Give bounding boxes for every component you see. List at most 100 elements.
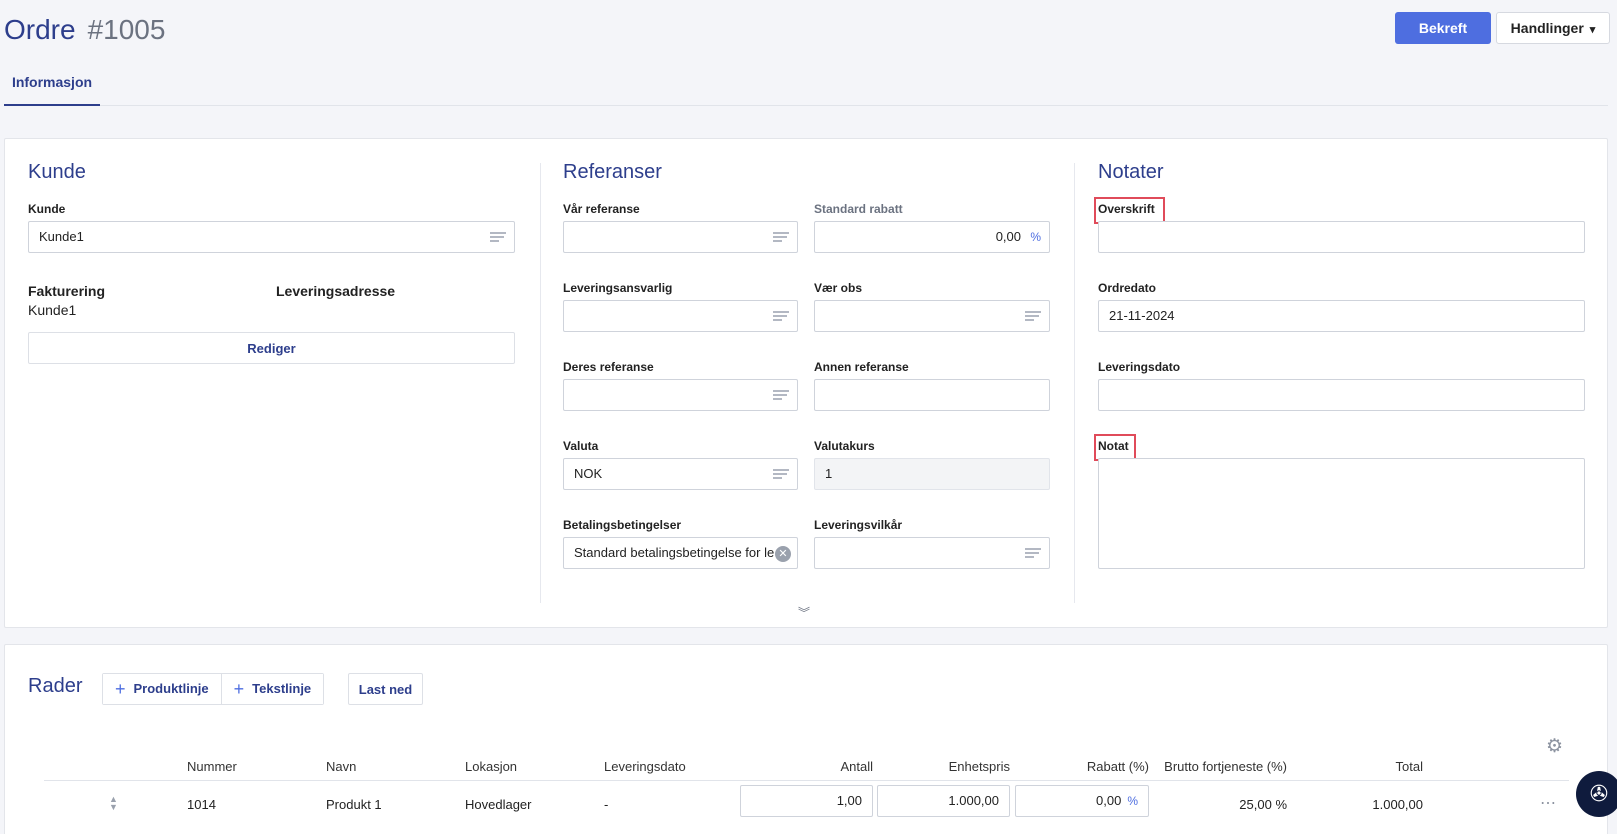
delivery-responsible-select[interactable]: [563, 300, 798, 332]
row-discount: 0,00: [1096, 793, 1122, 808]
row-unit-price-input[interactable]: 1.000,00: [877, 785, 1010, 817]
tab-bar: Informasjon: [4, 68, 1608, 106]
currency-value: NOK: [574, 466, 603, 481]
delivery-terms-label: Leveringsvilkår: [814, 518, 903, 532]
column-divider: [1074, 163, 1075, 603]
customer-label: Kunde: [28, 202, 66, 216]
their-reference-select[interactable]: [563, 379, 798, 411]
plus-icon: +: [115, 678, 126, 699]
order-date-label: Ordredato: [1098, 281, 1157, 295]
info-card: Kunde Kunde Kunde1 Fakturering Kunde1 Le…: [4, 138, 1608, 628]
delivery-terms-select[interactable]: [814, 537, 1050, 569]
more-icon[interactable]: ⋯: [1540, 793, 1556, 813]
row-delivery-date: -: [604, 797, 609, 812]
standard-discount-value: 0,00: [995, 229, 1021, 244]
add-text-line-button[interactable]: + Tekstlinje: [221, 674, 324, 704]
row-number: 1014: [187, 797, 216, 812]
add-product-line-button[interactable]: + Produktlinje: [103, 674, 222, 704]
column-header-number: Nummer: [187, 759, 237, 774]
row-total: 1.000,00: [1372, 797, 1423, 812]
our-reference-select[interactable]: [563, 221, 798, 253]
customer-select[interactable]: Kunde1: [28, 221, 515, 253]
customer-value: Kunde1: [39, 229, 84, 244]
standard-discount-label: Standard rabatt: [814, 202, 903, 216]
currency-select[interactable]: NOK: [563, 458, 798, 490]
column-divider: [540, 163, 541, 603]
billing-label: Fakturering: [28, 283, 106, 299]
page-title: Ordre #1005: [4, 14, 165, 46]
rows-section-title: Rader: [28, 675, 83, 697]
references-section-title: Referanser: [563, 161, 662, 183]
list-icon: [773, 232, 789, 244]
other-reference-label: Annen referanse: [814, 360, 909, 374]
column-header-total: Total: [1395, 759, 1423, 774]
column-header-unit-price: Enhetspris: [948, 759, 1010, 774]
row-location: Hovedlager: [465, 797, 532, 812]
payment-terms-value: Standard betalingsbetingelse for le: [574, 545, 775, 560]
page-title-text: Ordre: [4, 14, 76, 45]
expand-icon[interactable]: ︾: [798, 607, 810, 619]
delivery-date-input[interactable]: [1098, 379, 1585, 411]
currency-label: Valuta: [563, 439, 599, 453]
percent-sign: %: [1030, 230, 1041, 244]
heading-input[interactable]: [1098, 221, 1585, 253]
attention-label: Vær obs: [814, 281, 863, 295]
customer-section-title: Kunde: [28, 161, 86, 183]
table-header-divider: [44, 780, 1569, 781]
row-name: Produkt 1: [326, 797, 382, 812]
actions-label: Handlinger: [1510, 20, 1584, 36]
tab-information[interactable]: Informasjon: [4, 68, 100, 106]
heading-label-highlight: [1094, 197, 1165, 224]
sort-icon[interactable]: ▲ ▼: [109, 795, 118, 812]
page-header: Ordre #1005 Bekreft Handlinger ▾: [0, 0, 1617, 60]
list-icon: [1025, 311, 1041, 323]
row-discount-input[interactable]: 0,00%: [1015, 785, 1149, 817]
other-reference-input[interactable]: [814, 379, 1050, 411]
delivery-address-label: Leveringsadresse: [276, 283, 396, 299]
clear-icon[interactable]: ✕: [775, 546, 791, 562]
payment-terms-label: Betalingsbetingelser: [563, 518, 682, 532]
column-header-gross-profit: Brutto fortjeneste (%): [1164, 759, 1287, 774]
order-date-input[interactable]: 21-11-2024: [1098, 300, 1585, 332]
gear-icon[interactable]: ⚙: [1546, 737, 1566, 757]
list-icon: [490, 232, 506, 244]
support-icon[interactable]: ✇: [1576, 771, 1617, 817]
note-label-highlight: [1094, 434, 1136, 461]
row-unit-price: 1.000,00: [948, 793, 999, 808]
download-button[interactable]: Last ned: [348, 673, 423, 705]
delivery-responsible-label: Leveringsansvarlig: [563, 281, 673, 295]
add-product-line-label: Produktlinje: [133, 680, 209, 696]
exchange-rate-label: Valutakurs: [814, 439, 875, 453]
row-quantity-input[interactable]: 1,00: [740, 785, 873, 817]
column-header-quantity: Antall: [840, 759, 873, 774]
rows-card: Rader + Produktlinje + Tekstlinje Last ned…: [4, 644, 1608, 834]
edit-button[interactable]: Rediger: [28, 332, 515, 364]
column-header-delivery-date: Leveringsdato: [604, 759, 686, 774]
list-icon: [773, 311, 789, 323]
column-header-name: Navn: [326, 759, 357, 774]
note-textarea[interactable]: [1098, 458, 1585, 569]
column-header-discount: Rabatt (%): [1086, 759, 1149, 774]
list-icon: [1025, 548, 1041, 560]
billing-value: Kunde1: [28, 302, 77, 318]
payment-terms-select[interactable]: Standard betalingsbetingelse for le ✕: [563, 537, 798, 569]
delivery-date-label: Leveringsdato: [1098, 360, 1181, 374]
row-quantity: 1,00: [836, 793, 862, 808]
standard-discount-input[interactable]: 0,00 %: [814, 221, 1050, 253]
list-icon: [773, 469, 789, 481]
add-line-button-group: + Produktlinje + Tekstlinje: [102, 673, 325, 705]
our-reference-label: Vår referanse: [563, 202, 640, 216]
column-header-location: Lokasjon: [465, 759, 518, 774]
add-text-line-label: Tekstlinje: [252, 680, 312, 696]
their-reference-label: Deres referanse: [563, 360, 654, 374]
confirm-button[interactable]: Bekreft: [1395, 12, 1491, 44]
notes-section-title: Notater: [1098, 161, 1164, 183]
exchange-rate-input: 1: [814, 458, 1050, 490]
chevron-down-icon: ▾: [1589, 24, 1596, 36]
attention-select[interactable]: [814, 300, 1050, 332]
actions-dropdown-button[interactable]: Handlinger ▾: [1496, 12, 1610, 44]
percent-sign: %: [1127, 794, 1138, 808]
order-number: #1005: [87, 14, 166, 45]
exchange-rate-value: 1: [825, 466, 833, 481]
row-gross-profit: 25,00 %: [1239, 797, 1287, 812]
